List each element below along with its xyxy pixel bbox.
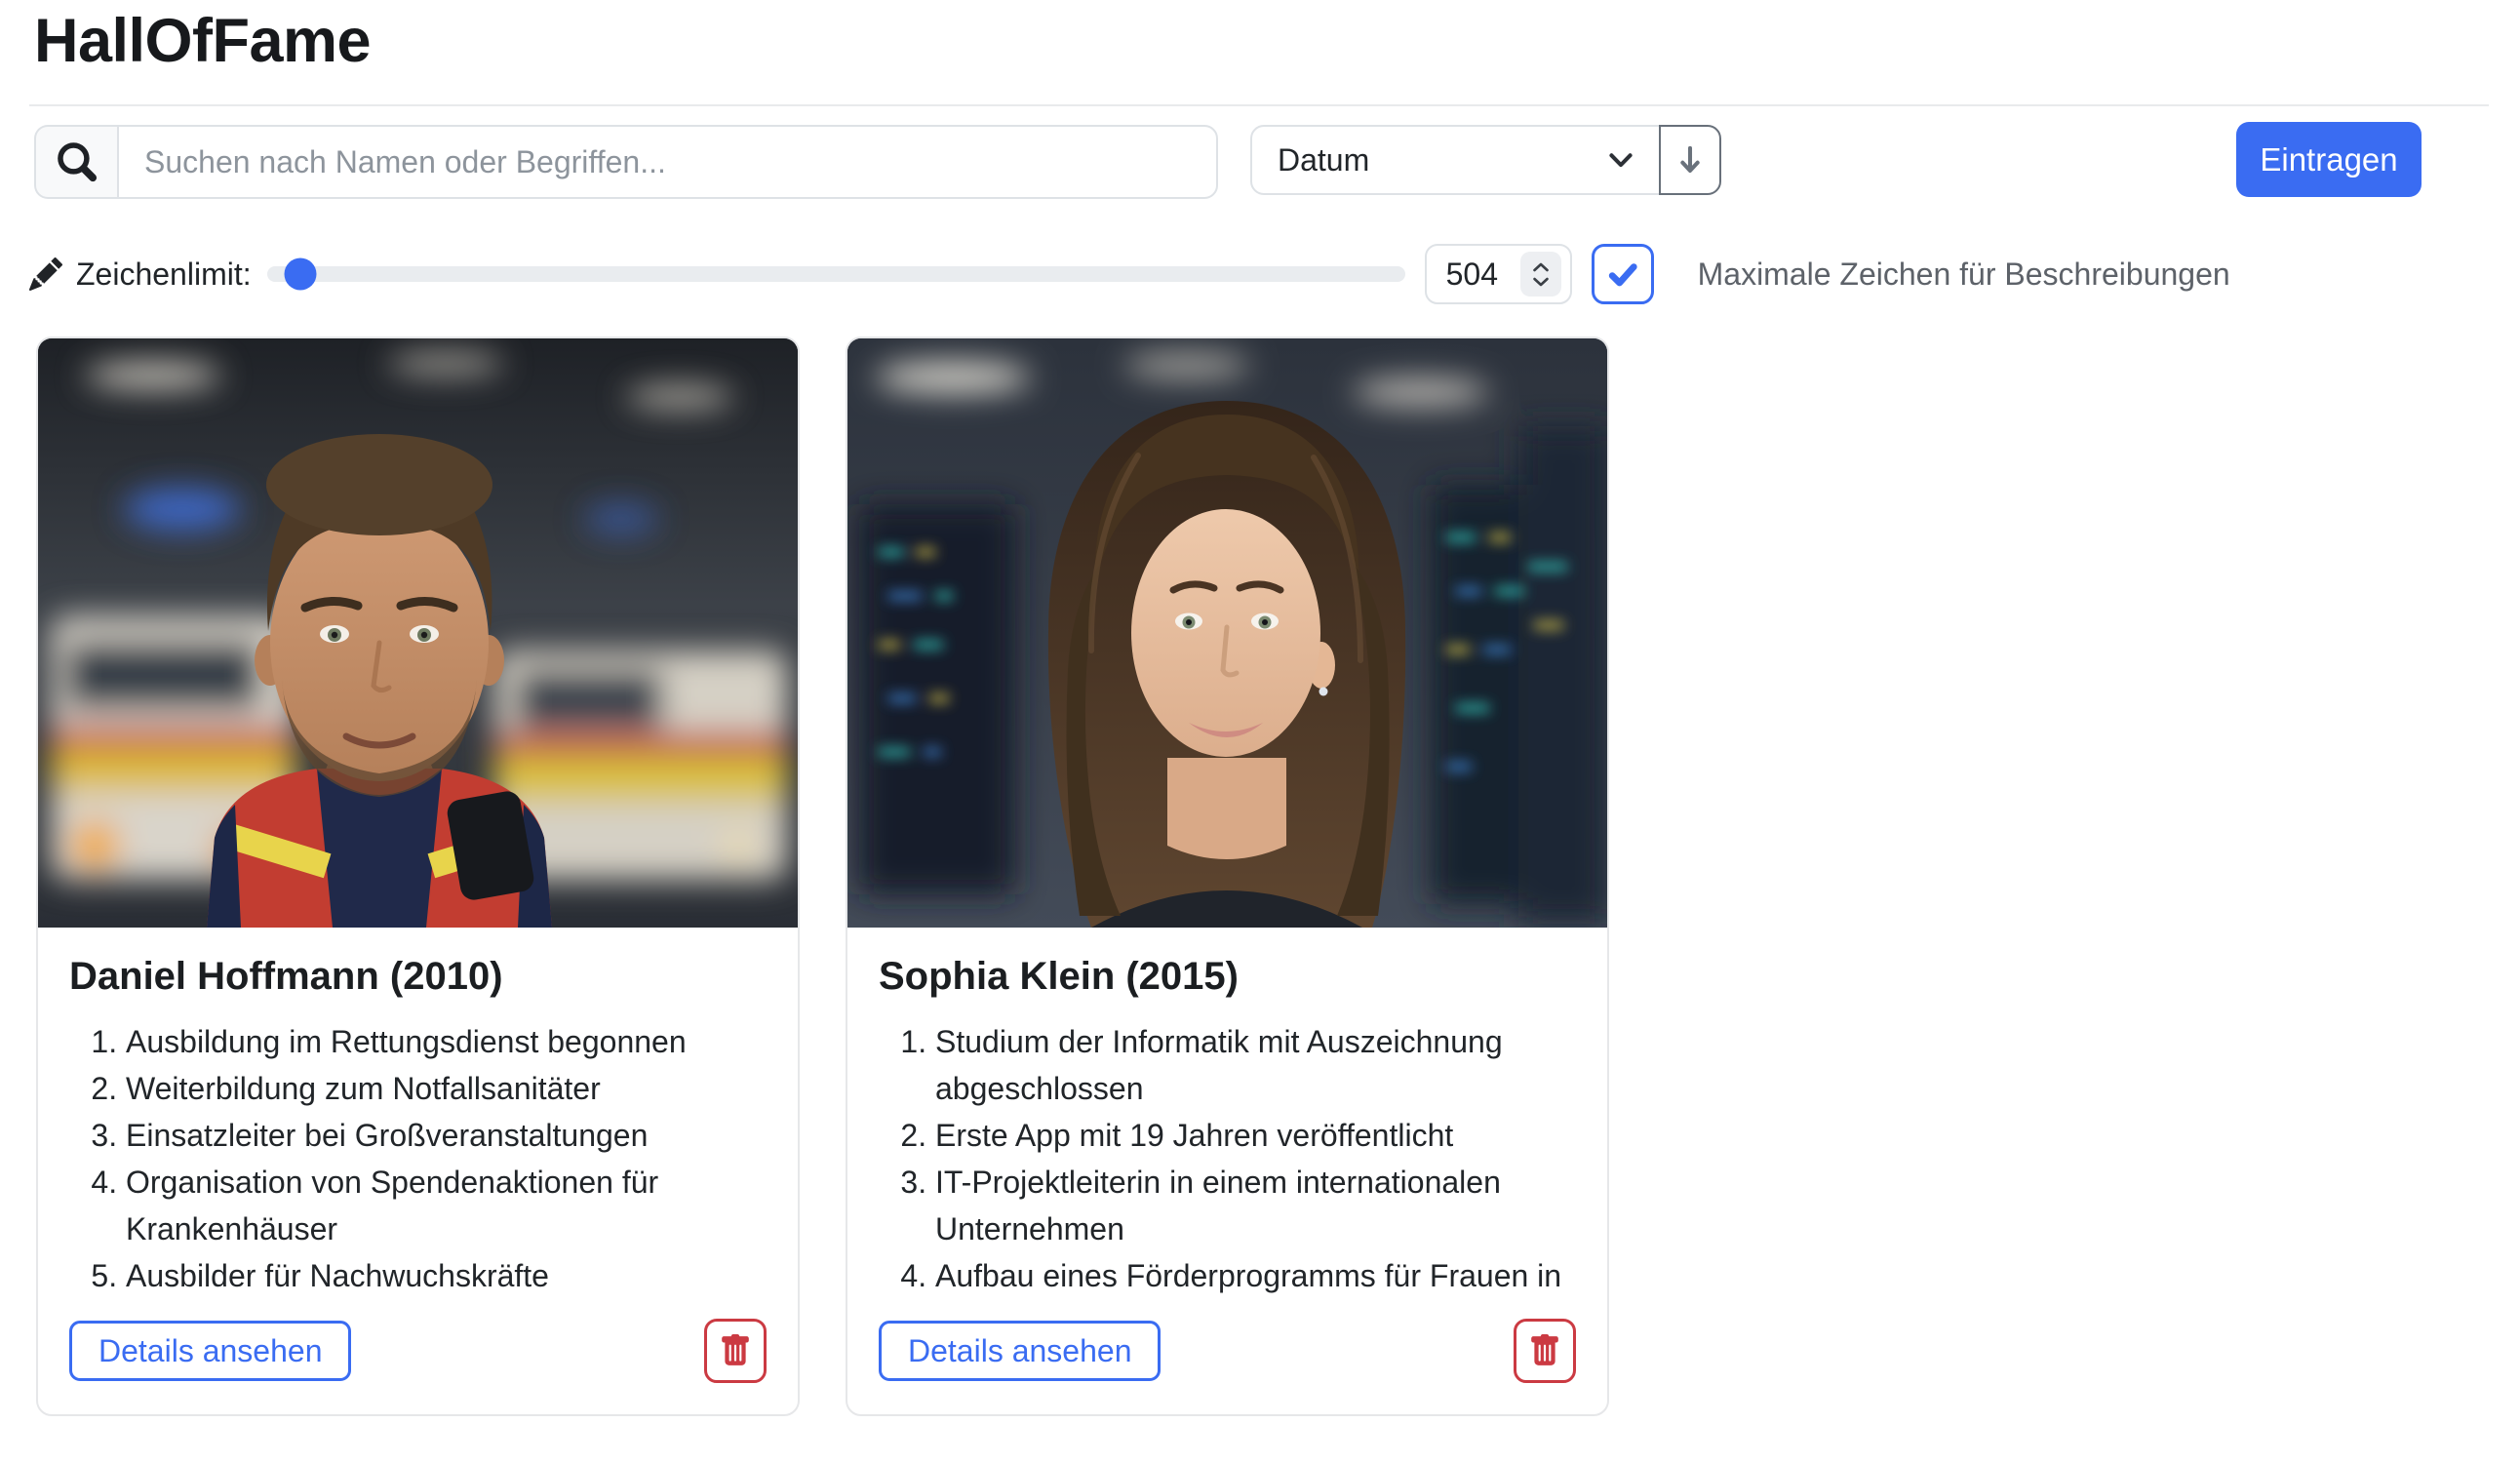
confirm-limit-button[interactable] xyxy=(1592,244,1654,304)
char-limit-hint: Maximale Zeichen für Beschreibungen xyxy=(1698,257,2230,293)
achievement-item: Einsatzleiter bei Großveranstaltungen xyxy=(126,1112,767,1159)
sort-group: Datum xyxy=(1250,125,1721,195)
card-body: Daniel Hoffmann (2010) Ausbildung im Ret… xyxy=(38,928,798,1414)
achievement-item: Ausbildung im Rettungsdienst begonnen xyxy=(126,1018,767,1065)
card-actions: Details ansehen xyxy=(879,1319,1576,1383)
char-limit-input[interactable] xyxy=(1446,257,1516,293)
card-body: Sophia Klein (2015) Studium der Informat… xyxy=(847,928,1607,1414)
trash-icon xyxy=(719,1334,752,1367)
toolbar: Datum Eintragen xyxy=(34,125,2486,203)
header-divider xyxy=(29,104,2489,106)
sort-direction-button[interactable] xyxy=(1659,125,1721,195)
check-icon xyxy=(1605,257,1640,292)
details-button[interactable]: Details ansehen xyxy=(879,1321,1161,1381)
char-limit-slider[interactable] xyxy=(267,266,1405,282)
search-group xyxy=(34,125,1218,199)
number-stepper[interactable] xyxy=(1520,252,1561,297)
sort-select-wrap: Datum xyxy=(1250,125,1661,195)
achievement-item: Erste App mit 19 Jahren veröffentlicht xyxy=(935,1112,1576,1159)
card-actions: Details ansehen xyxy=(69,1319,767,1383)
profile-photo xyxy=(38,338,798,928)
search-icon xyxy=(34,125,117,199)
delete-button[interactable] xyxy=(704,1319,767,1383)
sort-select[interactable]: Datum xyxy=(1250,125,1661,195)
char-limit-label: Zeichenlimit: xyxy=(76,257,252,293)
card-title: Sophia Klein (2015) xyxy=(879,955,1576,999)
achievement-item: Ausbilder für Nachwuchskräfte xyxy=(126,1252,767,1299)
achievement-item: IT-Projektleiterin in einem internationa… xyxy=(935,1159,1576,1252)
char-limit-bar: Zeichenlimit: Maximale Zeichen für Besch… xyxy=(29,242,2230,306)
page-title: HallOfFame xyxy=(34,6,371,76)
add-entry-button[interactable]: Eintragen xyxy=(2236,122,2422,197)
achievement-item: Aufbau eines Förderprogramms für Frauen … xyxy=(935,1252,1576,1299)
trash-icon xyxy=(1528,1334,1561,1367)
arrow-down-icon xyxy=(1673,142,1708,178)
delete-button[interactable] xyxy=(1514,1319,1576,1383)
card-grid: Daniel Hoffmann (2010) Ausbildung im Ret… xyxy=(36,336,1609,1416)
hall-of-fame-card: Daniel Hoffmann (2010) Ausbildung im Ret… xyxy=(36,336,800,1416)
slider-thumb[interactable] xyxy=(284,258,316,291)
search-input[interactable] xyxy=(117,125,1218,199)
hall-of-fame-card: Sophia Klein (2015) Studium der Informat… xyxy=(846,336,1609,1416)
card-title: Daniel Hoffmann (2010) xyxy=(69,955,767,999)
achievement-list: Ausbildung im Rettungsdienst begonnen We… xyxy=(69,1018,767,1299)
achievement-item: Studium der Informatik mit Auszeichnung … xyxy=(935,1018,1576,1112)
achievement-item: Organisation von Spendenaktionen für Kra… xyxy=(126,1159,767,1252)
achievement-list: Studium der Informatik mit Auszeichnung … xyxy=(879,1018,1576,1299)
char-limit-input-group xyxy=(1425,244,1572,304)
profile-photo xyxy=(847,338,1607,928)
details-button[interactable]: Details ansehen xyxy=(69,1321,351,1381)
page: HallOfFame Datum xyxy=(0,0,2520,1463)
pencil-icon xyxy=(29,257,62,291)
achievement-item: Weiterbildung zum Notfallsanitäter xyxy=(126,1065,767,1112)
